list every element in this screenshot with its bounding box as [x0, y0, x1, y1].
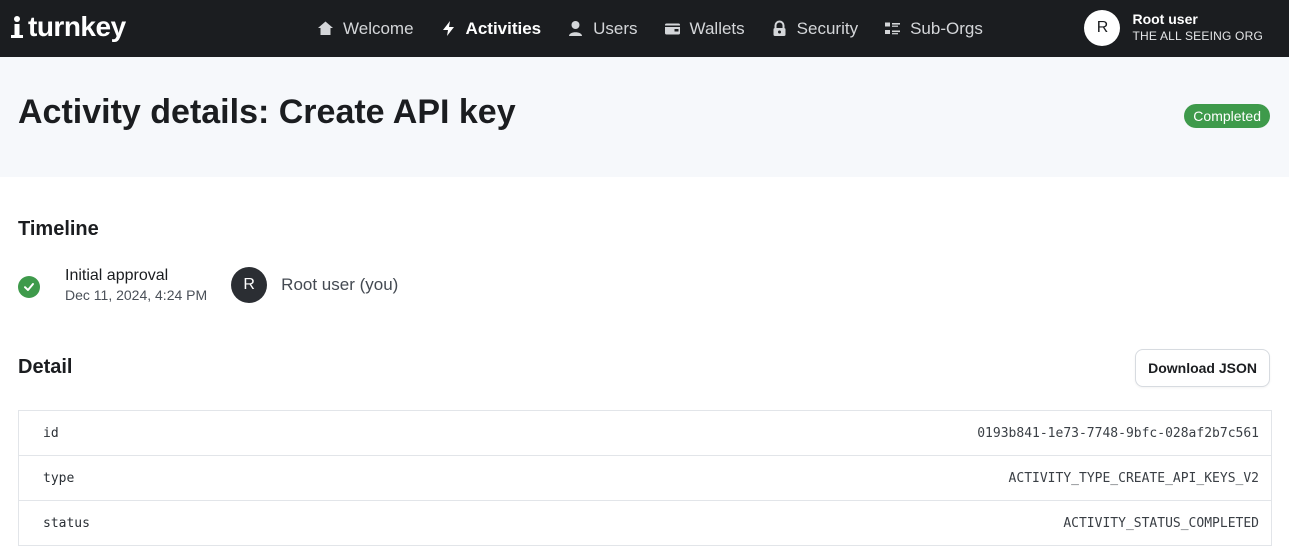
avatar: R: [1084, 10, 1121, 46]
detail-heading: Detail: [18, 356, 73, 378]
nav-item-label: Security: [796, 18, 859, 38]
brand-name: turnkey: [28, 11, 126, 42]
nav-item-label: Users: [593, 18, 638, 38]
nav-item-label: Welcome: [343, 18, 414, 38]
user-name: Root user: [1132, 11, 1198, 27]
approver-avatar: R: [231, 267, 268, 303]
main-nav: Welcome Activities Users Wallets Securit…: [317, 0, 983, 57]
row-key: id: [43, 425, 59, 441]
table-row: id 0193b841-1e73-7748-9bfc-028af2b7c561: [19, 411, 1271, 456]
home-icon: [317, 20, 334, 37]
bolt-icon: [440, 20, 457, 37]
detail-table: id 0193b841-1e73-7748-9bfc-028af2b7c561 …: [18, 410, 1272, 546]
approver-name: Root user (you): [281, 275, 399, 294]
nav-item-users[interactable]: Users: [567, 18, 638, 39]
user-icon: [567, 20, 584, 37]
nav-item-label: Activities: [465, 18, 542, 38]
row-value: ACTIVITY_STATUS_COMPLETED: [1063, 515, 1259, 531]
table-row: status ACTIVITY_STATUS_COMPLETED: [19, 501, 1271, 546]
nav-item-activities[interactable]: Activities: [440, 18, 542, 39]
page-header: Activity details: Create API key Complet…: [0, 57, 1289, 177]
turnkey-logo-icon: [11, 16, 23, 38]
list-icon: [884, 20, 901, 37]
user-menu[interactable]: R Root user THE ALL SEEING ORG: [1084, 10, 1263, 46]
nav-item-label: Sub-Orgs: [910, 18, 983, 38]
status-badge: Completed: [1184, 104, 1270, 128]
timeline-heading: Timeline: [18, 218, 99, 240]
download-json-button[interactable]: Download JSON: [1135, 349, 1270, 387]
row-value: 0193b841-1e73-7748-9bfc-028af2b7c561: [977, 425, 1259, 441]
organization-name: THE ALL SEEING ORG: [1132, 29, 1263, 43]
check-circle-icon: [18, 276, 40, 298]
table-row: type ACTIVITY_TYPE_CREATE_API_KEYS_V2: [19, 456, 1271, 501]
nav-item-sub-orgs[interactable]: Sub-Orgs: [884, 19, 983, 39]
nav-item-welcome[interactable]: Welcome: [317, 19, 414, 39]
timeline-entry-date: Dec 11, 2024, 4:24 PM: [65, 287, 208, 303]
nav-item-security[interactable]: Security: [771, 19, 858, 39]
lock-icon: [771, 20, 788, 37]
nav-item-wallets[interactable]: Wallets: [664, 19, 745, 39]
row-key: status: [43, 515, 90, 531]
timeline-entry: Initial approval Dec 11, 2024, 4:24 PM R…: [18, 267, 398, 303]
row-value: ACTIVITY_TYPE_CREATE_API_KEYS_V2: [1008, 470, 1259, 486]
wallet-icon: [664, 20, 681, 37]
turnkey-logo[interactable]: turnkey: [10, 11, 126, 43]
row-key: type: [43, 470, 75, 486]
nav-item-label: Wallets: [689, 18, 745, 38]
page-title: Activity details: Create API key: [18, 93, 516, 131]
top-navigation-bar: turnkey Welcome Activities Users Wallets: [0, 0, 1289, 57]
timeline-entry-label: Initial approval: [65, 267, 169, 284]
